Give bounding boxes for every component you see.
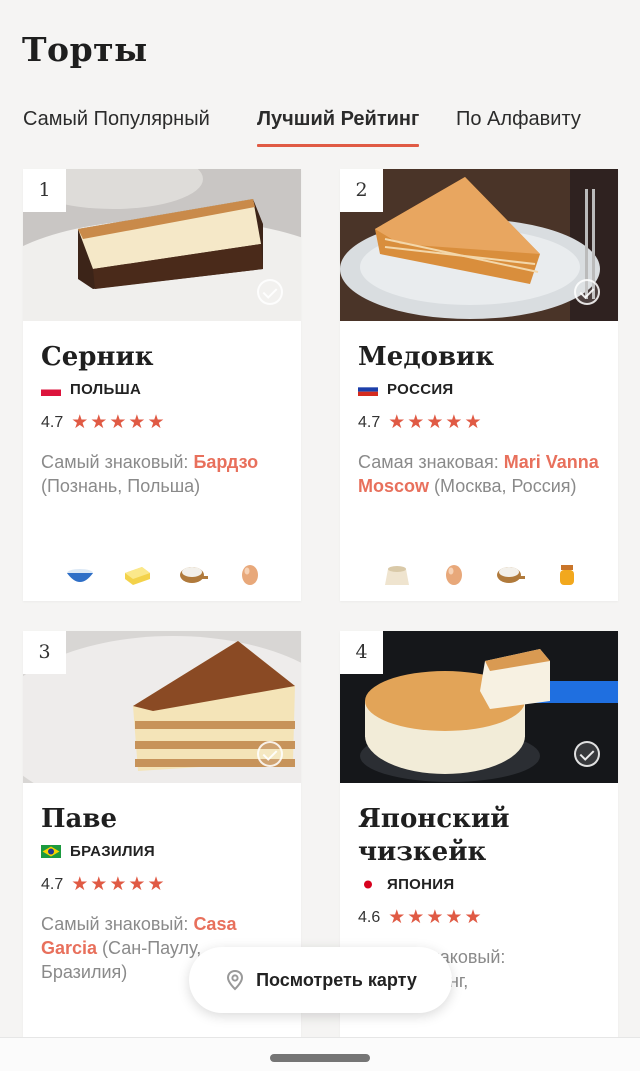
view-map-button[interactable]: Посмотреть карту — [189, 947, 452, 1013]
star-icon: ★ — [109, 412, 127, 433]
star-icon: ★ — [109, 874, 127, 895]
dish-rating: 4.7 ★ ★ ★ ★ ★ — [41, 875, 166, 894]
star-icon: ★ — [90, 874, 108, 895]
star-icon: ★ — [407, 412, 425, 433]
star-icon: ★ — [407, 907, 425, 928]
map-pin-icon — [224, 969, 246, 991]
tab-best-rating[interactable]: Лучший Рейтинг — [257, 104, 420, 148]
tab-alphabetical[interactable]: По Алфавиту — [456, 104, 581, 148]
ingredients-row — [65, 561, 265, 587]
dish-country: БРАЗИЛИЯ — [41, 843, 155, 860]
ingredients-row — [382, 561, 582, 587]
tab-most-popular[interactable]: Самый Популярный — [23, 104, 210, 148]
place-link[interactable]: Бардзо — [193, 452, 258, 472]
honey-icon — [552, 561, 582, 587]
dish-rating: 4.6 ★ ★ ★ ★ ★ — [358, 908, 483, 927]
star-icon: ★ — [426, 412, 444, 433]
rank-badge: 3 — [23, 631, 66, 674]
check-icon[interactable] — [257, 279, 283, 305]
desc-suffix: (Москва, Россия) — [429, 476, 577, 496]
dish-country: РОССИЯ — [358, 381, 454, 398]
star-icon: ★ — [90, 412, 108, 433]
dish-name: Паве — [41, 804, 118, 834]
desc-prefix: Самая знаковая: — [358, 452, 504, 472]
sort-tabs: Самый Популярный Лучший Рейтинг По Алфав… — [0, 104, 640, 148]
country-label: ЯПОНИЯ — [387, 876, 455, 893]
page-title: Торты — [22, 30, 148, 69]
dish-photo: 1 — [23, 169, 301, 321]
dish-description: Самый знаковый: Бардзо (Познань, Польша) — [41, 450, 289, 498]
rating-value: 4.6 — [358, 908, 381, 926]
dish-description: Самая знаковая: Mari Vanna Moscow (Москв… — [358, 450, 606, 498]
rank-badge: 4 — [340, 631, 383, 674]
dish-photo: 2 — [340, 169, 618, 321]
star-icon: ★ — [464, 907, 482, 928]
dish-card-sernik[interactable]: 1 Серник ПОЛЬША 4.7 ★ ★ ★ ★ ★ Самый знаковый… — [23, 169, 301, 601]
rank-badge: 2 — [340, 169, 383, 212]
flour-icon — [178, 561, 209, 587]
check-icon[interactable] — [257, 741, 283, 767]
flour-icon — [495, 561, 526, 587]
japan-flag-icon — [358, 878, 378, 891]
star-icon: ★ — [147, 412, 165, 433]
dish-photo: 3 — [23, 631, 301, 783]
dish-name: Серник — [41, 342, 154, 372]
desc-suffix: (Познань, Польша) — [41, 476, 201, 496]
star-icon: ★ — [445, 412, 463, 433]
desc-prefix: Самый знаковый: — [41, 914, 194, 934]
star-icon: ★ — [388, 412, 406, 433]
dish-photo: 4 — [340, 631, 618, 783]
desc-prefix: Самый знаковый: — [41, 452, 194, 472]
home-gesture-handle[interactable] — [270, 1054, 370, 1062]
view-map-label: Посмотреть карту — [256, 969, 417, 990]
bowl-icon — [65, 561, 95, 587]
poland-flag-icon — [41, 383, 61, 396]
butter-icon — [122, 561, 152, 587]
star-icon: ★ — [426, 907, 444, 928]
flour-bag-icon — [382, 561, 412, 587]
egg-icon — [235, 561, 265, 587]
rank-badge: 1 — [23, 169, 66, 212]
star-icon: ★ — [71, 874, 89, 895]
star-icon: ★ — [147, 874, 165, 895]
star-icon: ★ — [71, 412, 89, 433]
star-icon: ★ — [128, 412, 146, 433]
dish-country: ПОЛЬША — [41, 381, 141, 398]
dish-name: Японский чизкейк — [358, 804, 510, 867]
country-label: БРАЗИЛИЯ — [70, 843, 155, 860]
star-icon: ★ — [445, 907, 463, 928]
rating-value: 4.7 — [41, 875, 64, 893]
star-icon: ★ — [128, 874, 146, 895]
dish-card-medovik[interactable]: 2 Медовик РОССИЯ 4.7 ★ ★ ★ ★ ★ Самая знакова… — [340, 169, 618, 601]
rating-value: 4.7 — [358, 413, 381, 431]
dish-name: Медовик — [358, 342, 495, 372]
country-label: ПОЛЬША — [70, 381, 142, 398]
check-icon[interactable] — [574, 279, 600, 305]
star-icon: ★ — [388, 907, 406, 928]
russia-flag-icon — [358, 383, 378, 396]
dish-rating: 4.7 ★ ★ ★ ★ ★ — [41, 413, 166, 432]
rating-value: 4.7 — [41, 413, 64, 431]
country-label: РОССИЯ — [387, 381, 454, 398]
dish-country: ЯПОНИЯ — [358, 876, 454, 893]
star-icon: ★ — [464, 412, 482, 433]
dish-rating: 4.7 ★ ★ ★ ★ ★ — [358, 413, 483, 432]
check-icon[interactable] — [574, 741, 600, 767]
brazil-flag-icon — [41, 845, 61, 858]
egg-icon — [439, 561, 469, 587]
